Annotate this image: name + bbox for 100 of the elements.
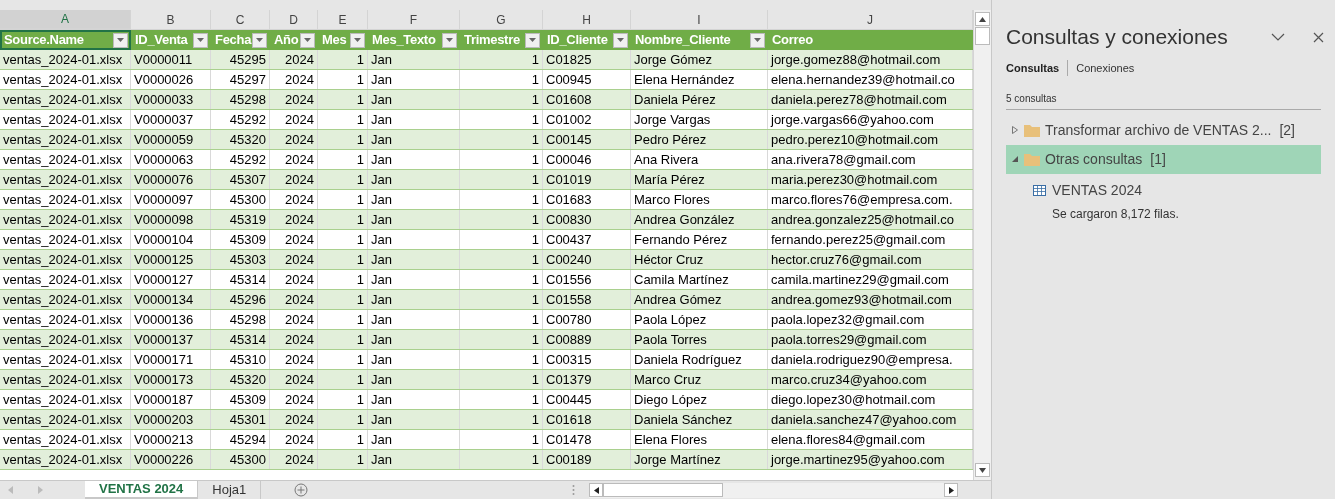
table-cell: Jan — [368, 370, 460, 389]
table-cell: V0000037 — [131, 110, 211, 129]
panel-tab[interactable]: Consultas — [1006, 60, 1060, 77]
column-letter[interactable]: D — [270, 10, 318, 30]
up-arrow-icon — [979, 16, 986, 22]
table-cell: 1 — [460, 210, 543, 229]
folder-icon — [1024, 152, 1040, 166]
table-cell: Ana Rivera — [631, 150, 768, 169]
panel-tab[interactable]: Conexiones — [1076, 60, 1135, 77]
table-cell: Jorge Vargas — [631, 110, 768, 129]
table-cell: 1 — [318, 190, 368, 209]
add-sheet-icon[interactable] — [294, 483, 309, 497]
caret-icon — [197, 38, 204, 42]
column-letter[interactable]: C — [211, 10, 270, 30]
table-cell: 1 — [460, 270, 543, 289]
scroll-up-button[interactable] — [975, 12, 990, 26]
sheet-tab[interactable]: Hoja1 — [198, 481, 262, 499]
column-letter[interactable]: J — [768, 10, 973, 30]
table-cell: 2024 — [270, 390, 318, 409]
scroll-right-button[interactable] — [944, 483, 959, 497]
table-cell: C01618 — [543, 410, 631, 429]
table-cell: 2024 — [270, 210, 318, 229]
filter-dropdown-button[interactable] — [252, 32, 267, 48]
query-name[interactable]: VENTAS 2024 — [1052, 179, 1142, 201]
table-cell: 1 — [460, 190, 543, 209]
group-count: [2] — [1279, 120, 1295, 140]
table-cell: ventas_2024-01.xlsx — [0, 150, 131, 169]
scroll-down-button[interactable] — [975, 463, 990, 477]
table-cell: ventas_2024-01.xlsx — [0, 270, 131, 289]
column-letter[interactable]: H — [543, 10, 631, 30]
scroll-thumb[interactable] — [603, 483, 724, 497]
table-cell: ventas_2024-01.xlsx — [0, 390, 131, 409]
table-cell: 1 — [318, 410, 368, 429]
table-cell: ventas_2024-01.xlsx — [0, 190, 131, 209]
table-cell: Fernando Pérez — [631, 230, 768, 249]
table-cell: ventas_2024-01.xlsx — [0, 170, 131, 189]
column-letter[interactable]: F — [368, 10, 460, 30]
table-cell: C00889 — [543, 330, 631, 349]
expanded-triangle-icon[interactable] — [1012, 156, 1018, 162]
column-letter[interactable]: B — [131, 10, 211, 30]
collapsed-triangle-icon[interactable] — [1012, 126, 1018, 134]
table-cell: 1 — [318, 170, 368, 189]
table-cell: 45301 — [211, 410, 270, 429]
table-cell: ventas_2024-01.xlsx — [0, 310, 131, 329]
table-cell: ventas_2024-01.xlsx — [0, 90, 131, 109]
table-cell: 1 — [318, 150, 368, 169]
column-letter[interactable]: G — [460, 10, 543, 30]
table-cell: 1 — [318, 50, 368, 69]
vertical-scrollbar[interactable] — [973, 10, 991, 480]
filter-dropdown-button[interactable] — [350, 32, 365, 48]
close-icon[interactable] — [1313, 31, 1324, 43]
table-cell: 2024 — [270, 410, 318, 429]
column-header-text: Fecha — [215, 31, 252, 50]
table-cell: 1 — [318, 210, 368, 229]
sheet-tab[interactable]: VENTAS 2024 — [85, 481, 199, 499]
table-cell: V0000213 — [131, 430, 211, 449]
filter-dropdown-button[interactable] — [613, 32, 628, 48]
table-cell: C01478 — [543, 430, 631, 449]
table-cell: ventas_2024-01.xlsx — [0, 210, 131, 229]
table-cell: ventas_2024-01.xlsx — [0, 130, 131, 149]
column-letter[interactable]: E — [318, 10, 368, 30]
query-group[interactable]: Otras consultas [1] — [1006, 144, 1321, 174]
filter-dropdown-button[interactable] — [442, 32, 457, 48]
filter-dropdown-button[interactable] — [113, 32, 128, 48]
table-cell: Marco Cruz — [631, 370, 768, 389]
table-cell: Elena Flores — [631, 430, 768, 449]
scroll-thumb[interactable] — [975, 27, 990, 45]
filter-dropdown-button[interactable] — [193, 32, 208, 48]
chevron-down-icon[interactable] — [1271, 33, 1285, 41]
table-cell: 1 — [318, 70, 368, 89]
query-group[interactable]: Transformar archivo de VENTAS 2... [2] — [1006, 115, 1321, 145]
table-cell: 45295 — [211, 50, 270, 69]
scroll-left-button[interactable] — [589, 483, 604, 497]
table-cell: C00046 — [543, 150, 631, 169]
table-cell: Jan — [368, 250, 460, 269]
column-header-text: Mes — [322, 31, 348, 50]
table-cell: Jan — [368, 270, 460, 289]
caret-icon — [617, 38, 624, 42]
table-cell: Jorge Gómez — [631, 50, 768, 69]
column-letter[interactable]: I — [631, 10, 768, 30]
table-cell: 1 — [460, 350, 543, 369]
filter-dropdown-button[interactable] — [750, 32, 765, 48]
table-cell: C01608 — [543, 90, 631, 109]
filter-dropdown-button[interactable] — [525, 32, 540, 48]
column-letter[interactable]: A — [0, 10, 131, 30]
horizontal-scrollbar[interactable] — [589, 482, 959, 498]
table-cell: Jan — [368, 90, 460, 109]
table-cell: 45300 — [211, 190, 270, 209]
table-cell: Jan — [368, 150, 460, 169]
group-name: Otras consultas — [1045, 149, 1143, 169]
table-cell: 45303 — [211, 250, 270, 269]
table-cell: Elena Hernández — [631, 70, 768, 89]
caret-icon — [117, 38, 124, 42]
filter-dropdown-button[interactable] — [300, 32, 315, 48]
query-count: 5 consultas — [1006, 90, 1321, 110]
table-cell: Marco Flores — [631, 190, 768, 209]
table-cell: V0000097 — [131, 190, 211, 209]
table-cell: 2024 — [270, 310, 318, 329]
table-cell: 2024 — [270, 350, 318, 369]
table-cell: Paola López — [631, 310, 768, 329]
